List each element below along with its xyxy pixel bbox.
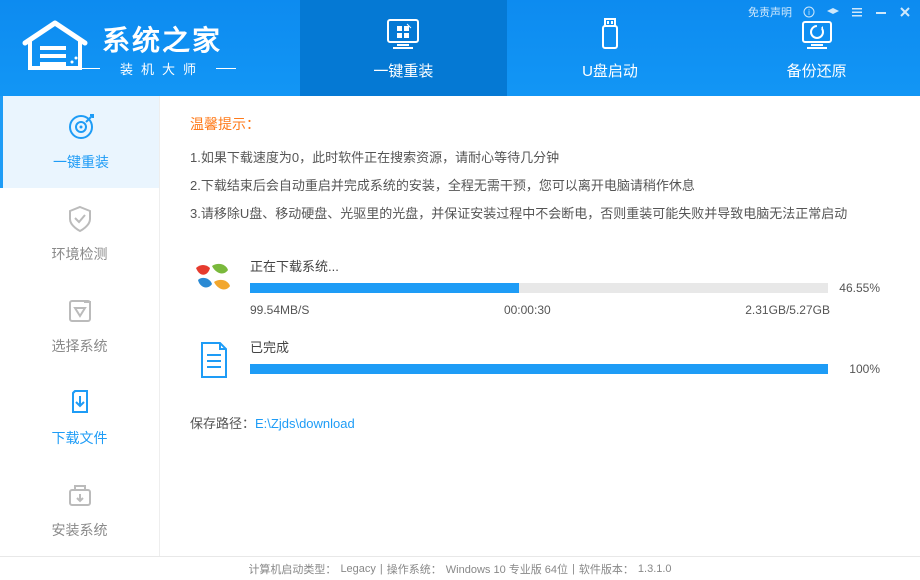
svg-text:i: i <box>808 8 810 17</box>
tips-line: 3.请移除U盘、移动硬盘、光驱里的光盘，并保证安装过程中不会断电，否则重装可能失… <box>190 200 880 228</box>
download-complete-row: 已完成 100% <box>190 337 880 383</box>
sidebar-item-label: 环境检测 <box>52 244 108 264</box>
app-subtitle: 装机大师 <box>102 59 222 78</box>
tab-label: U盘启动 <box>582 60 638 81</box>
save-path-row: 保存路径：E:\Zjds\download <box>190 413 880 432</box>
app-header: 系统之家 装机大师 一键重装 U盘启动 <box>0 0 920 96</box>
window-controls: 免责声明 i <box>748 4 912 20</box>
tab-reinstall[interactable]: 一键重装 <box>300 0 507 96</box>
sidebar-item-select[interactable]: 选择系统 <box>0 280 159 372</box>
sidebar-item-install[interactable]: 安装系统 <box>0 464 159 556</box>
target-icon <box>66 112 96 142</box>
download-complete-label: 已完成 <box>250 337 880 356</box>
install-icon <box>65 480 95 510</box>
download-system-progress <box>250 283 828 293</box>
sidebar: 一键重装 环境检测 选择系统 下载文件 安装系统 <box>0 96 160 556</box>
usb-icon <box>592 16 628 52</box>
sidebar-item-label: 下载文件 <box>52 428 108 448</box>
tips-line: 2.下载结束后会自动重启并完成系统的安装，全程无需干预，您可以离开电脑请稍作休息 <box>190 172 880 200</box>
download-elapsed: 00:00:30 <box>504 303 551 317</box>
tips-title: 温馨提示： <box>190 114 880 134</box>
sidebar-item-label: 一键重装 <box>53 152 109 172</box>
save-path-value[interactable]: E:\Zjds\download <box>255 416 355 431</box>
download-system-percent: 46.55% <box>836 281 880 295</box>
sidebar-item-download[interactable]: 下载文件 <box>0 372 159 464</box>
footer-sep: | <box>380 563 383 575</box>
tab-usb[interactable]: U盘启动 <box>507 0 714 96</box>
footer-boot-label: 计算机启动类型： <box>248 561 336 577</box>
app-logo-icon <box>20 18 90 78</box>
sidebar-item-label: 选择系统 <box>52 336 108 356</box>
download-size: 2.31GB/5.27GB <box>745 303 830 317</box>
footer-sep: | <box>572 563 575 575</box>
tab-label: 备份还原 <box>787 60 847 81</box>
close-icon[interactable] <box>898 5 912 19</box>
footer-version-label: 软件版本： <box>579 561 634 577</box>
footer-version-value: 1.3.1.0 <box>638 563 672 575</box>
footer-boot-value: Legacy <box>340 563 375 575</box>
backup-icon <box>799 16 835 52</box>
tips-line: 1.如果下载速度为0，此时软件正在搜索资源，请耐心等待几分钟 <box>190 144 880 172</box>
app-title: 系统之家 <box>102 19 222 59</box>
disclaimer-link[interactable]: 免责声明 <box>748 4 792 20</box>
logo-section: 系统之家 装机大师 <box>0 0 300 96</box>
download-system-label: 正在下载系统... <box>250 256 880 275</box>
document-icon <box>190 337 236 383</box>
save-path-label: 保存路径： <box>190 416 255 431</box>
shield-icon <box>65 204 95 234</box>
sidebar-item-env[interactable]: 环境检测 <box>0 188 159 280</box>
tab-label: 一键重装 <box>373 60 433 81</box>
monitor-icon <box>385 16 421 52</box>
download-speed: 99.54MB/S <box>250 303 309 317</box>
download-system-row: 正在下载系统... 46.55% 99.54MB/S 00:00:30 2.31… <box>190 256 880 317</box>
footer-os-value: Windows 10 专业版 64位 <box>446 561 568 577</box>
select-icon <box>65 296 95 326</box>
windows-icon <box>190 256 236 302</box>
download-complete-progress <box>250 364 828 374</box>
info-icon[interactable]: i <box>802 5 816 19</box>
main-content: 温馨提示： 1.如果下载速度为0，此时软件正在搜索资源，请耐心等待几分钟 2.下… <box>160 96 920 556</box>
settings-icon[interactable] <box>850 5 864 19</box>
graduation-icon[interactable] <box>826 5 840 19</box>
sidebar-item-reinstall[interactable]: 一键重装 <box>0 96 159 188</box>
download-icon <box>65 388 95 418</box>
sidebar-item-label: 安装系统 <box>52 520 108 540</box>
minimize-icon[interactable] <box>874 5 888 19</box>
footer-os-label: 操作系统： <box>387 561 442 577</box>
download-complete-percent: 100% <box>836 362 880 376</box>
footer: 计算机启动类型： Legacy | 操作系统： Windows 10 专业版 6… <box>0 556 920 580</box>
